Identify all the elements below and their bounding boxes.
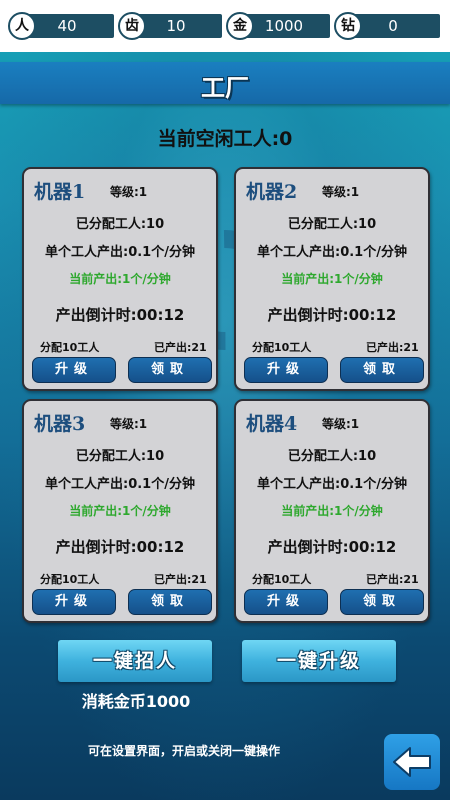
machine-produced: 已产出:21: [366, 573, 419, 586]
machine-countdown: 产出倒计时:00:12: [55, 306, 185, 324]
machine-current-output: 当前产出:1个/分钟: [69, 272, 171, 286]
upgrade-button[interactable]: 升级: [32, 589, 116, 615]
machine-per-worker: 单个工人产出:0.1个/分钟: [257, 477, 407, 492]
upgrade-button[interactable]: 升级: [244, 589, 328, 615]
machine-level: 等级:1: [110, 185, 148, 199]
title-bar: 工厂: [0, 62, 450, 104]
collect-button[interactable]: 领取: [128, 589, 212, 615]
resource-gold: 金 1000: [226, 12, 330, 40]
idle-workers-label: 当前空闲工人:0: [157, 128, 293, 150]
person-icon: 人: [8, 12, 36, 40]
gold-icon: 金: [226, 12, 254, 40]
machine-per-worker: 单个工人产出:0.1个/分钟: [45, 245, 195, 260]
machine-name: 机器4: [246, 413, 298, 435]
machine-assigned: 已分配工人:10: [287, 217, 377, 232]
gear-tooth-icon: 齿: [118, 12, 146, 40]
machine-produced: 已产出:21: [366, 341, 419, 354]
machine-produced: 已产出:21: [154, 341, 207, 354]
assign-workers-label[interactable]: 分配10工人: [40, 339, 99, 355]
machine-current-output: 当前产出:1个/分钟: [281, 504, 383, 518]
machine-name: 机器2: [246, 181, 298, 203]
machine-name: 机器3: [34, 413, 86, 435]
resource-workers: 人 40: [8, 12, 114, 40]
machine-assigned: 已分配工人:10: [287, 449, 377, 464]
machine-name: 机器1: [34, 181, 86, 203]
machine-card-2: 机器2 等级:1 已分配工人:10 单个工人产出:0.1个/分钟 当前产出:1个…: [234, 167, 430, 391]
machine-level: 等级:1: [322, 185, 360, 199]
resource-bar: 人 40 齿 10 金 1000 钻 0: [0, 0, 450, 52]
machine-level: 等级:1: [322, 417, 360, 431]
recruit-cost-label: 消耗金币1000: [81, 692, 191, 711]
machine-level: 等级:1: [110, 417, 148, 431]
page-title: 工厂: [201, 74, 249, 102]
back-arrow-icon: [393, 747, 431, 777]
assign-workers-label[interactable]: 分配10工人: [252, 571, 311, 587]
assign-workers-label[interactable]: 分配10工人: [252, 339, 311, 355]
machine-card-4: 机器4 等级:1 已分配工人:10 单个工人产出:0.1个/分钟 当前产出:1个…: [234, 399, 430, 623]
back-button[interactable]: [384, 734, 440, 790]
upgrade-button[interactable]: 升级: [244, 357, 328, 383]
machine-card-3: 机器3 等级:1 已分配工人:10 单个工人产出:0.1个/分钟 当前产出:1个…: [22, 399, 218, 623]
recruit-all-button[interactable]: 一键招人: [58, 640, 212, 682]
resource-gears: 齿 10: [118, 12, 222, 40]
machine-per-worker: 单个工人产出:0.1个/分钟: [45, 477, 195, 492]
machine-assigned: 已分配工人:10: [75, 217, 165, 232]
diamond-icon: 钻: [334, 12, 362, 40]
machine-per-worker: 单个工人产出:0.1个/分钟: [257, 245, 407, 260]
assign-workers-label[interactable]: 分配10工人: [40, 571, 99, 587]
machine-current-output: 当前产出:1个/分钟: [281, 272, 383, 286]
machine-assigned: 已分配工人:10: [75, 449, 165, 464]
collect-button[interactable]: 领取: [340, 589, 424, 615]
upgrade-all-button[interactable]: 一键升级: [242, 640, 396, 682]
machine-countdown: 产出倒计时:00:12: [267, 538, 397, 556]
upgrade-button[interactable]: 升级: [32, 357, 116, 383]
machine-produced: 已产出:21: [154, 573, 207, 586]
machine-countdown: 产出倒计时:00:12: [267, 306, 397, 324]
machine-current-output: 当前产出:1个/分钟: [69, 504, 171, 518]
collect-button[interactable]: 领取: [340, 357, 424, 383]
settings-hint: 可在设置界面，开启或关闭一键操作: [88, 744, 281, 758]
resource-diamonds: 钻 0: [334, 12, 440, 40]
machine-card-1: 机器1 等级:1 已分配工人:10 单个工人产出:0.1个/分钟 当前产出:1个…: [22, 167, 218, 391]
collect-button[interactable]: 领取: [128, 357, 212, 383]
machine-countdown: 产出倒计时:00:12: [55, 538, 185, 556]
